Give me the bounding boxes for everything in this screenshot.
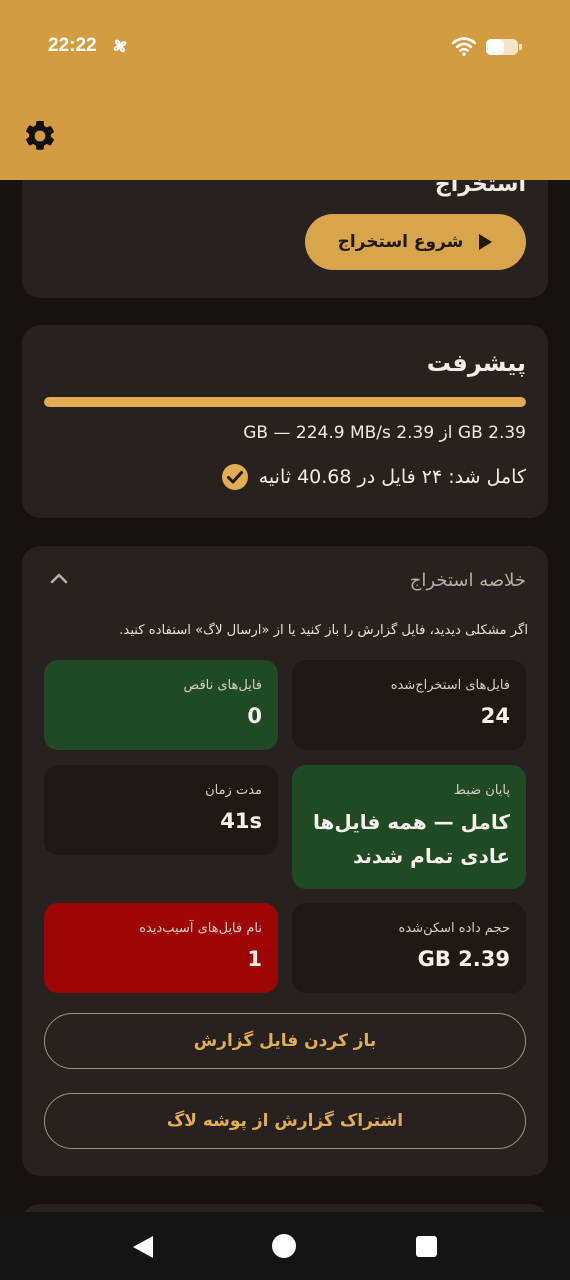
tile-label: فایل‌های ناقص: [183, 678, 262, 693]
tile-value: 1: [247, 947, 262, 971]
scroll-content[interactable]: استخراج شروع استخراج پیشرفت 2.39 GB از 2…: [0, 0, 570, 1212]
done-row: کامل شد: ۲۴ فایل در 40.68 ثانیه: [221, 463, 526, 491]
home-icon[interactable]: [272, 1234, 296, 1258]
tile-duration: مدت زمان 41s: [44, 765, 278, 855]
check-circle-icon: [221, 464, 248, 490]
back-icon[interactable]: [131, 1234, 155, 1260]
progress-bar: [44, 397, 526, 407]
app-bar: 22:22: [0, 0, 570, 180]
status-time: 22:22: [48, 35, 97, 56]
pinwheel-icon: [113, 39, 127, 53]
summary-hint: اگر مشکلی دیدید، فایل گزارش را باز کنید …: [119, 623, 528, 638]
progress-card: پیشرفت 2.39 GB از 2.39 GB — 224.9 MB/s ک…: [22, 325, 548, 518]
tile-extracted-files: فایل‌های استخراج‌شده 24: [292, 660, 526, 750]
system-nav-bar: [0, 1212, 570, 1280]
start-extract-button[interactable]: شروع استخراج: [305, 214, 526, 270]
tile-value: 0: [247, 704, 262, 728]
tile-incomplete-files: فایل‌های ناقص 0: [44, 660, 278, 750]
play-icon: [479, 234, 493, 250]
share-log-button[interactable]: اشتراک گزارش از پوشه لاگ: [44, 1093, 526, 1149]
chevron-up-icon[interactable]: [50, 572, 68, 584]
tile-value: 41s: [220, 809, 262, 833]
tile-scanned-data: حجم داده اسکن‌شده 2.39 GB: [292, 903, 526, 993]
wifi-icon: [452, 37, 476, 56]
settings-gear-icon[interactable]: [22, 118, 58, 154]
start-extract-label: شروع استخراج: [337, 232, 464, 252]
tile-value: 2.39 GB: [417, 947, 510, 971]
tile-recording-end: پایان ضبط کامل — همه فایل‌ها عادی تمام ش…: [292, 765, 526, 889]
done-text: کامل شد: ۲۴ فایل در 40.68 ثانیه: [258, 466, 526, 488]
tile-label: پایان ضبط: [453, 783, 510, 798]
tile-label: حجم داده اسکن‌شده: [398, 921, 510, 936]
tile-damaged-files[interactable]: نام فایل‌های آسیب‌دیده 1: [44, 903, 278, 993]
summary-title: خلاصه استخراج: [409, 570, 526, 591]
recents-icon[interactable]: [416, 1236, 437, 1257]
open-report-button[interactable]: باز کردن فایل گزارش: [44, 1013, 526, 1069]
progress-title: پیشرفت: [426, 349, 526, 377]
summary-header[interactable]: خلاصه استخراج: [22, 546, 548, 612]
tile-value: 24: [480, 704, 510, 728]
battery-icon: [486, 39, 522, 55]
tile-label: فایل‌های استخراج‌شده: [390, 678, 510, 693]
tile-label: مدت زمان: [205, 783, 262, 798]
summary-card: خلاصه استخراج اگر مشکلی دیدید، فایل گزار…: [22, 546, 548, 1176]
progress-stats: 2.39 GB از 2.39 GB — 224.9 MB/s: [243, 423, 526, 443]
next-card: [22, 1204, 548, 1212]
progress-bar-fill: [44, 397, 526, 407]
tile-value: کامل — همه فایل‌ها عادی تمام شدند: [312, 810, 510, 868]
tile-label: نام فایل‌های آسیب‌دیده: [139, 921, 262, 936]
